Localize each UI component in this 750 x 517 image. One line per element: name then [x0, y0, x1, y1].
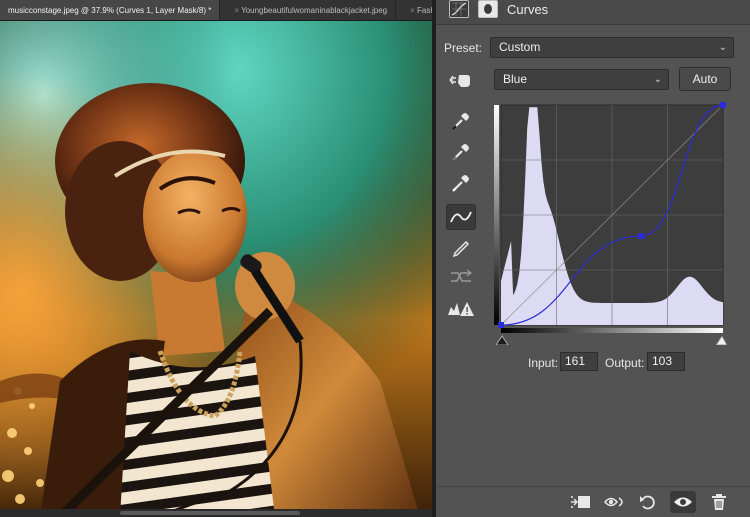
black-point-slider[interactable]: [495, 335, 509, 345]
output-label: Output:: [605, 356, 645, 370]
curve-point-tool[interactable]: [446, 204, 476, 230]
curve-control-point[interactable]: [720, 102, 726, 108]
properties-header: Curves: [436, 0, 750, 25]
image-canvas[interactable]: [0, 21, 432, 517]
preset-label: Preset:: [444, 41, 483, 55]
chevron-down-icon: ⌄: [653, 74, 662, 85]
curve-control-point[interactable]: [638, 233, 645, 240]
targeted-adjust-icon: [449, 75, 470, 87]
pencil-tool[interactable]: [446, 234, 476, 260]
preset-dropdown[interactable]: Custom ⌄: [490, 37, 734, 58]
chevron-down-icon: ⌄: [718, 42, 727, 53]
gray-point-eyedropper-icon: [452, 144, 469, 161]
properties-footer: [436, 486, 750, 517]
panel-title: Curves: [507, 2, 549, 17]
input-gradient-bar: [501, 328, 723, 333]
curve-point-icon: [450, 211, 472, 223]
output-gradient-bar: [494, 105, 499, 325]
white-point-eyedropper-icon: [452, 175, 469, 192]
auto-button[interactable]: Auto: [679, 67, 731, 91]
delete-button[interactable]: [706, 491, 732, 513]
document-tab-3[interactable]: × Fashionshotofayounghiphopdancer.jpeg: [396, 0, 432, 20]
smooth-icon: [451, 269, 472, 282]
clipping-warning-tool[interactable]: [446, 296, 476, 322]
layer-mask-icon[interactable]: [478, 0, 498, 18]
smooth-tool[interactable]: [446, 264, 476, 290]
black-point-tool[interactable]: [446, 108, 476, 134]
trash-icon: [712, 494, 726, 510]
preset-value: Custom: [499, 40, 541, 54]
channel-dropdown[interactable]: Blue ⌄: [494, 69, 669, 90]
white-point-tool[interactable]: [446, 170, 476, 196]
document-tab-2[interactable]: × Youngbeautifulwomaninablackjacket.jpeg: [220, 0, 397, 20]
input-label: Input:: [528, 356, 559, 370]
reset-button[interactable]: [635, 491, 661, 513]
scrollbar-thumb[interactable]: [120, 511, 300, 515]
output-field[interactable]: 103: [647, 352, 685, 371]
reset-icon: [640, 495, 655, 510]
singer-photo: [0, 21, 432, 517]
gray-point-tool[interactable]: [446, 139, 476, 165]
input-field[interactable]: 161: [560, 352, 598, 371]
clipping-warning-icon: [448, 302, 474, 316]
view-previous-icon: [604, 497, 623, 507]
clip-to-layer-button[interactable]: [568, 491, 594, 513]
curves-graph[interactable]: [493, 100, 727, 345]
tab-close-icon[interactable]: ×: [234, 6, 239, 15]
tab-label: musicconstage.jpeg @ 37.9% (Curves 1, La…: [8, 6, 212, 15]
tab-close-icon[interactable]: ×: [410, 6, 415, 15]
clip-to-layer-icon: [571, 496, 590, 508]
visibility-eye-icon: [674, 497, 692, 507]
tab-label: Fashionshotofayounghiphopdancer.jpeg: [417, 6, 432, 15]
targeted-adjustment-tool[interactable]: [446, 67, 476, 93]
document-area: musicconstage.jpeg @ 37.9% (Curves 1, La…: [0, 0, 432, 517]
black-point-eyedropper-icon: [452, 113, 469, 130]
tab-label: Youngbeautifulwomaninablackjacket.jpeg: [241, 6, 388, 15]
visibility-button[interactable]: [670, 491, 696, 513]
document-tab-active[interactable]: musicconstage.jpeg @ 37.9% (Curves 1, La…: [0, 0, 221, 20]
horizontal-scrollbar[interactable]: [0, 509, 432, 517]
document-tabbar: musicconstage.jpeg @ 37.9% (Curves 1, La…: [0, 0, 432, 21]
pencil-icon: [452, 240, 470, 258]
channel-value: Blue: [503, 72, 528, 86]
curves-adjustment-icon[interactable]: [449, 0, 469, 18]
white-point-slider[interactable]: [715, 335, 727, 345]
view-previous-button[interactable]: [602, 491, 628, 513]
properties-panel: Curves Preset: Custom ⌄ Blue ⌄ Auto Inpu…: [436, 0, 750, 517]
curve-control-point[interactable]: [498, 322, 504, 328]
